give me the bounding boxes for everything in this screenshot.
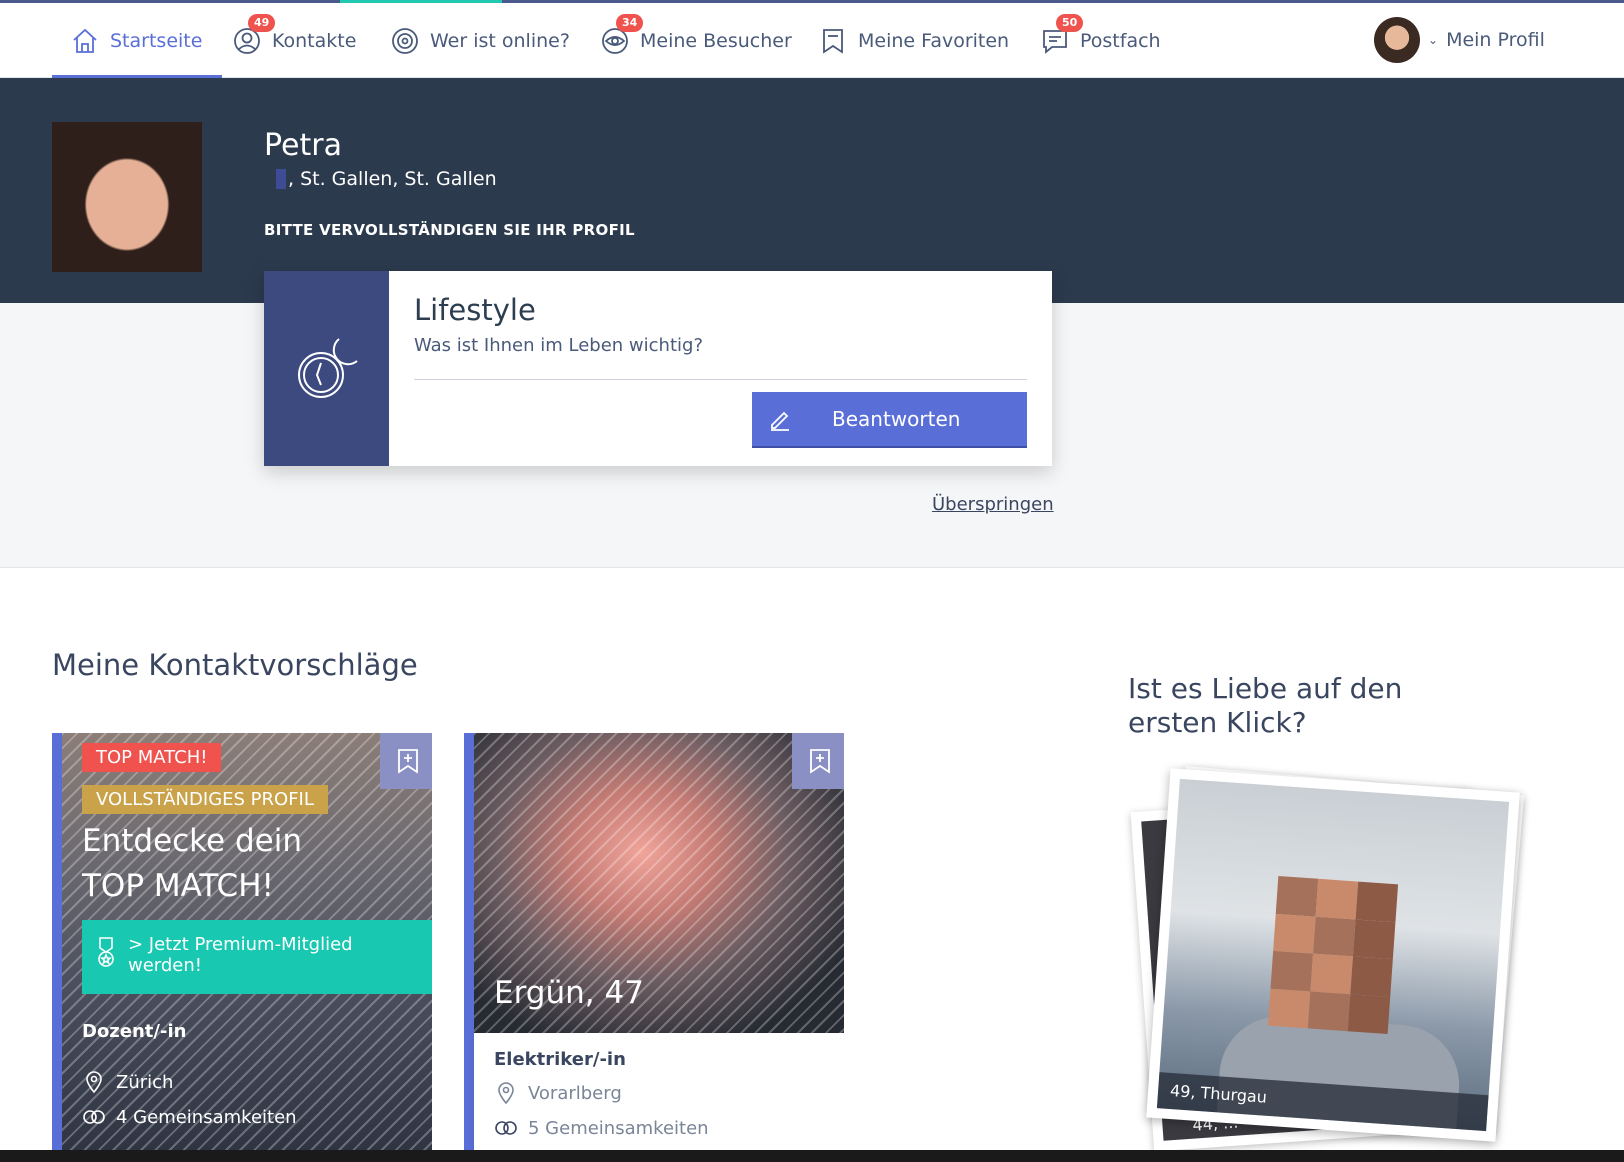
- contact-card[interactable]: Ergün, 47 Elektriker/-in Vorarlberg 5 Ge…: [464, 733, 844, 1153]
- location-pin-icon: [82, 1070, 106, 1094]
- rings-icon: [494, 1116, 518, 1140]
- contact-name-age: Ergün, 47: [494, 975, 644, 1011]
- bookmark-add-icon: [810, 749, 830, 774]
- question-title: Lifestyle: [414, 293, 536, 327]
- my-profile-label: Mein Profil: [1446, 29, 1545, 51]
- redaction-mark: [276, 169, 286, 189]
- rings-icon: [82, 1105, 106, 1129]
- job-title: Dozent/-in: [82, 1021, 187, 1042]
- nav-label: Kontakte: [272, 29, 357, 52]
- medal-icon: [96, 936, 116, 973]
- common-row: 5 Gemeinsamkeiten: [494, 1116, 709, 1140]
- card-image: Ergün, 47: [474, 733, 844, 1033]
- divider: [414, 379, 1027, 380]
- bookmark-icon: [818, 26, 848, 56]
- nav-online[interactable]: Wer ist online?: [390, 3, 570, 78]
- nav-startseite[interactable]: Startseite: [52, 3, 223, 78]
- nav-besucher[interactable]: 34 Meine Besucher: [600, 3, 792, 78]
- nav-label: Wer ist online?: [430, 29, 570, 52]
- besucher-badge: 34: [616, 13, 644, 32]
- premium-line: > Jetzt Premium-Mitglied: [128, 934, 353, 955]
- top-match-headline: Entdecke dein TOP MATCH!: [82, 819, 302, 909]
- message-icon: 50: [1040, 13, 1084, 56]
- top-navigation: Startseite 49 Kontakte Wer ist online? 3…: [0, 3, 1624, 78]
- love-click-photo[interactable]: 49, Thurgau: [1146, 768, 1520, 1142]
- common-text: 4 Gemeinsamkeiten: [116, 1106, 297, 1128]
- profile-hero: Petra , St. Gallen, St. Gallen BITTE VER…: [0, 78, 1624, 303]
- profile-location: , St. Gallen, St. Gallen: [264, 168, 497, 190]
- card-accent: [52, 733, 62, 1153]
- suggestions-title: Meine Kontaktvorschläge: [52, 648, 418, 682]
- clock-moon-icon: [297, 337, 358, 398]
- nav-label: Postfach: [1080, 29, 1161, 52]
- premium-button[interactable]: > Jetzt Premium-Mitglied werden!: [82, 920, 432, 994]
- home-icon: [70, 26, 100, 56]
- location-text: , St. Gallen, St. Gallen: [288, 168, 497, 190]
- location-text: Vorarlberg: [528, 1082, 622, 1104]
- premium-text: > Jetzt Premium-Mitglied werden!: [128, 934, 353, 976]
- headline-line: TOP MATCH!: [82, 868, 274, 904]
- profile-name: Petra: [264, 128, 342, 163]
- complete-profile-tag: VOLLSTÄNDIGES PROFIL: [82, 785, 328, 814]
- love-click-title: Ist es Liebe auf den ersten Klick?: [1128, 672, 1403, 739]
- headline-line: Entdecke dein: [82, 823, 302, 859]
- nav-favoriten[interactable]: Meine Favoriten: [818, 3, 1009, 78]
- postfach-badge: 50: [1056, 13, 1084, 32]
- premium-line: werden!: [128, 955, 203, 976]
- avatar: [1374, 17, 1420, 63]
- card-image: TOP MATCH! VOLLSTÄNDIGES PROFIL Entdecke…: [62, 733, 432, 1153]
- question-body: Lifestyle Was ist Ihnen im Leben wichtig…: [389, 271, 1052, 466]
- nav-kontakte[interactable]: 49 Kontakte: [232, 3, 356, 78]
- nav-postfach[interactable]: 50 Postfach: [1040, 3, 1161, 78]
- question-subtitle: Was ist Ihnen im Leben wichtig?: [414, 335, 704, 356]
- location-row: Zürich: [82, 1070, 173, 1094]
- top-match-tag: TOP MATCH!: [82, 743, 222, 772]
- answer-button[interactable]: Beantworten: [752, 392, 1027, 446]
- top-match-card[interactable]: TOP MATCH! VOLLSTÄNDIGES PROFIL Entdecke…: [52, 733, 432, 1153]
- os-taskbar: [0, 1150, 1624, 1162]
- location-text: Zürich: [116, 1071, 174, 1093]
- common-text: 5 Gemeinsamkeiten: [528, 1117, 709, 1139]
- nav-label: Startseite: [110, 29, 203, 52]
- pencil-icon: [768, 407, 792, 431]
- complete-profile-prompt: BITTE VERVOLLSTÄNDIGEN SIE IHR PROFIL: [264, 221, 635, 239]
- job-title: Elektriker/-in: [494, 1049, 626, 1070]
- answer-label: Beantworten: [832, 407, 961, 431]
- favorite-button[interactable]: [792, 733, 844, 789]
- location-row: Vorarlberg: [494, 1081, 622, 1105]
- skip-link[interactable]: Überspringen: [932, 494, 1054, 515]
- online-target-icon: [390, 26, 420, 56]
- eye-icon: 34: [600, 13, 644, 56]
- card-accent: [464, 733, 474, 1153]
- bookmark-add-icon: [398, 749, 418, 774]
- chevron-down-icon: ⌄: [1428, 33, 1439, 47]
- member-photo: 49, Thurgau: [1156, 778, 1510, 1132]
- user-circle-icon: 49: [232, 13, 276, 56]
- location-pin-icon: [494, 1081, 518, 1105]
- profile-question-card: Lifestyle Was ist Ihnen im Leben wichtig…: [264, 271, 1052, 466]
- card-info: Elektriker/-in Vorarlberg 5 Gemeinsamkei…: [474, 1033, 844, 1153]
- profile-photo[interactable]: [52, 122, 202, 272]
- common-row: 4 Gemeinsamkeiten: [82, 1105, 297, 1129]
- nav-label: Meine Besucher: [640, 29, 792, 52]
- kontakte-badge: 49: [248, 13, 276, 32]
- pixelated-face: [1267, 875, 1399, 1035]
- lifestyle-icon-panel: [264, 271, 389, 466]
- nav-label: Meine Favoriten: [858, 29, 1010, 52]
- favorite-button[interactable]: [380, 733, 432, 789]
- my-profile-menu[interactable]: ⌄ Mein Profil: [1374, 17, 1545, 63]
